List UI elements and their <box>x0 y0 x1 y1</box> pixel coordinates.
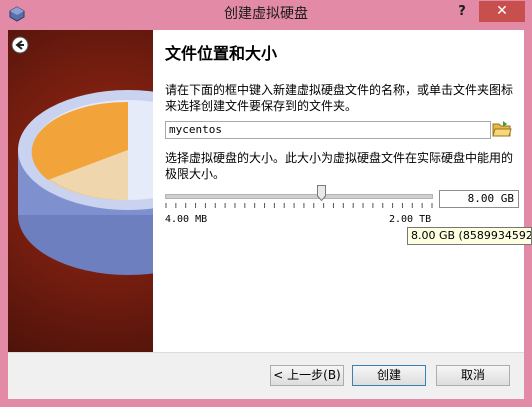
footer-divider <box>8 352 524 353</box>
size-min-label: 4.00 MB <box>165 214 208 225</box>
size-slider-ticks <box>165 203 433 208</box>
file-name-input[interactable]: mycentos <box>165 121 491 139</box>
dialog-client-area: 文件位置和大小 请在下面的框中键入新建虚拟硬盘文件的名称，或单击文件夹图标来选择… <box>8 30 524 399</box>
size-value-input[interactable]: 8.00 GB <box>439 190 519 208</box>
disk-illustration <box>18 90 153 275</box>
back-button[interactable]: < 上一步(B) <box>270 365 344 386</box>
title-bar[interactable]: 创建虚拟硬盘 ? ✕ <box>0 0 532 30</box>
folder-browse-icon[interactable] <box>492 120 512 138</box>
location-description: 请在下面的框中键入新建虚拟硬盘文件的名称，或单击文件夹图标来选择创建文件要保存到… <box>165 83 514 113</box>
help-button[interactable]: ? <box>447 2 477 24</box>
page-title: 文件位置和大小 <box>165 44 278 63</box>
close-button[interactable]: ✕ <box>479 1 525 22</box>
back-arrow-icon[interactable] <box>11 36 29 54</box>
wizard-banner-image <box>8 30 153 352</box>
size-description: 选择虚拟硬盘的大小。此大小为虚拟硬盘文件在实际硬盘中能用的极限大小。 <box>165 151 514 181</box>
cancel-button[interactable]: 取消 <box>436 365 510 386</box>
size-slider-thumb[interactable] <box>317 185 327 201</box>
dialog-window: 创建虚拟硬盘 ? ✕ 文件位置和大小 请在下面的框中键入新建虚拟硬盘文件的名称，… <box>0 0 532 407</box>
size-tooltip: 8.00 GB (8589934592 B) <box>407 227 532 245</box>
size-max-label: 2.00 TB <box>389 214 432 225</box>
size-slider-track[interactable] <box>165 194 433 199</box>
wizard-page: 文件位置和大小 请在下面的框中键入新建虚拟硬盘文件的名称，或单击文件夹图标来选择… <box>153 30 524 352</box>
create-button[interactable]: 创建 <box>352 365 426 386</box>
